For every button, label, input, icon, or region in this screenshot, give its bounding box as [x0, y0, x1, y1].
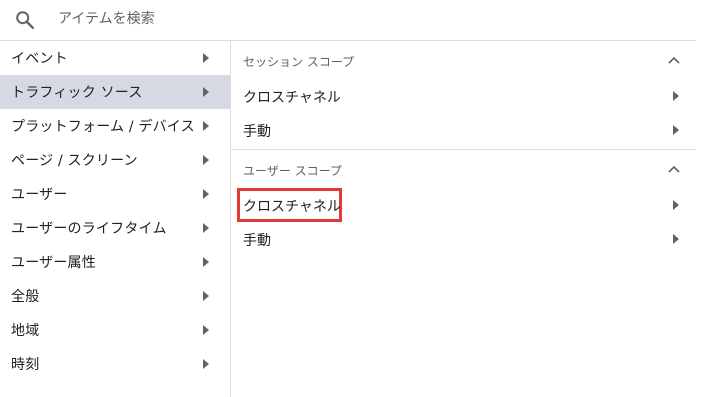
search-bar	[0, 0, 696, 41]
section-title: ユーザー スコープ	[243, 164, 342, 178]
section-header-user-scope[interactable]: ユーザー スコープ	[231, 150, 696, 188]
subcategory-label: 手動	[243, 233, 271, 249]
section-header-session-scope[interactable]: セッション スコープ	[231, 41, 696, 79]
chevron-right-icon	[673, 200, 679, 210]
chevron-right-icon	[673, 125, 679, 135]
category-item-region[interactable]: 地域	[0, 313, 230, 347]
category-label: ユーザー	[11, 187, 68, 203]
category-item-time[interactable]: 時刻	[0, 347, 230, 381]
category-label: ユーザー属性	[11, 255, 96, 271]
subcategory-item-user-manual[interactable]: 手動	[231, 222, 696, 256]
chevron-right-icon	[673, 234, 679, 244]
category-item-user-attributes[interactable]: ユーザー属性	[0, 245, 230, 279]
subcategory-label: クロスチャネル	[243, 90, 341, 106]
category-item-traffic-source[interactable]: トラフィック ソース	[0, 75, 230, 109]
category-item-platform-device[interactable]: プラットフォーム / デバイス	[0, 109, 230, 143]
chevron-up-icon[interactable]	[668, 165, 680, 173]
section-title: セッション スコープ	[243, 55, 355, 69]
subcategory-panel: セッション スコープ クロスチャネル 手動 ユーザー スコープ クロスチャネル …	[231, 41, 696, 397]
chevron-right-icon	[203, 189, 209, 199]
subcategory-item-session-cross-channel[interactable]: クロスチャネル	[231, 79, 696, 113]
subcategory-label: 手動	[243, 124, 271, 140]
chevron-right-icon	[203, 257, 209, 267]
subcategory-item-user-cross-channel[interactable]: クロスチャネル	[231, 188, 696, 222]
category-label: ユーザーのライフタイム	[11, 221, 167, 237]
subcategory-label: クロスチャネル	[243, 199, 341, 215]
category-item-page-screen[interactable]: ページ / スクリーン	[0, 143, 230, 177]
category-item-user[interactable]: ユーザー	[0, 177, 230, 211]
category-item-events[interactable]: イベント	[0, 41, 230, 75]
category-label: トラフィック ソース	[11, 85, 143, 101]
chevron-right-icon	[203, 155, 209, 165]
chevron-right-icon	[203, 87, 209, 97]
subcategory-item-session-manual[interactable]: 手動	[231, 113, 696, 147]
chevron-right-icon	[203, 325, 209, 335]
chevron-right-icon	[203, 223, 209, 233]
category-item-user-lifetime[interactable]: ユーザーのライフタイム	[0, 211, 230, 245]
search-icon[interactable]	[14, 9, 36, 31]
category-label: イベント	[11, 51, 68, 67]
chevron-right-icon	[203, 291, 209, 301]
chevron-right-icon	[203, 53, 209, 63]
category-list: イベント トラフィック ソース プラットフォーム / デバイス ページ / スク…	[0, 41, 231, 397]
category-label: 全般	[11, 289, 40, 305]
chevron-right-icon	[203, 359, 209, 369]
chevron-up-icon[interactable]	[668, 56, 680, 64]
search-input[interactable]	[58, 8, 658, 30]
category-label: 地域	[11, 323, 40, 339]
category-item-general[interactable]: 全般	[0, 279, 230, 313]
chevron-right-icon	[673, 91, 679, 101]
chevron-right-icon	[203, 121, 209, 131]
category-label: 時刻	[11, 357, 40, 373]
category-label: ページ / スクリーン	[11, 153, 138, 169]
category-label: プラットフォーム / デバイス	[11, 119, 195, 135]
